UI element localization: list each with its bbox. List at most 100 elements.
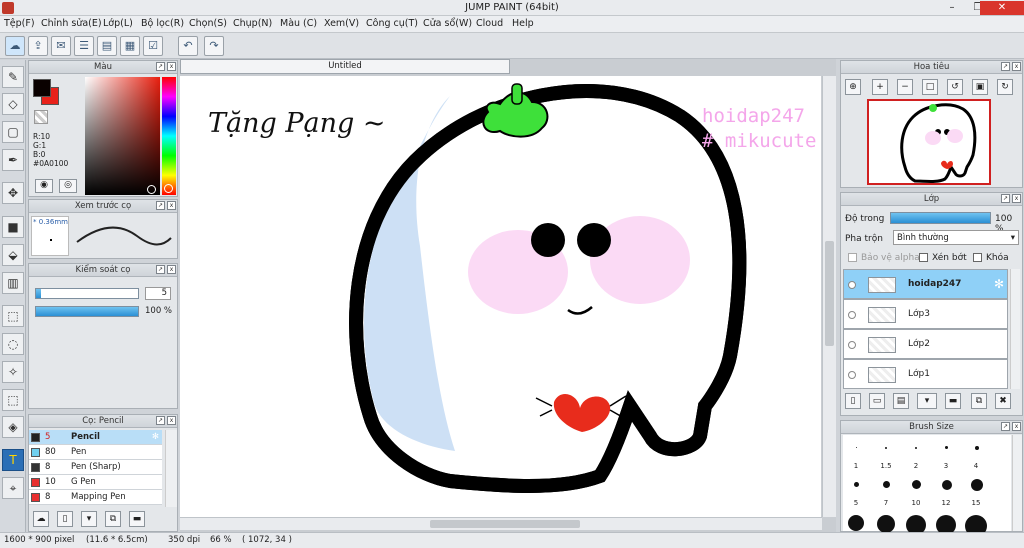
menu-window[interactable]: Cửa sổ(W) [423,18,472,29]
visibility-icon[interactable] [848,341,856,349]
menu-tools[interactable]: Công cụ(T) [366,18,418,29]
panel-close-icon[interactable]: x [167,416,176,425]
transparent-color-swatch[interactable] [34,110,48,124]
menu-help[interactable]: Help [512,18,534,29]
brush-size-scrollbar[interactable] [1012,435,1022,531]
brush-item-pencil[interactable]: 5 Pencil ✻ [29,430,162,445]
gradient-tool-icon[interactable]: ▥ [2,272,24,294]
menu-color[interactable]: Màu (C) [280,18,317,29]
delete-layer-icon[interactable]: ✖ [995,393,1011,409]
size-dot-4[interactable] [975,446,979,450]
comment-icon[interactable]: ✉ [51,36,71,56]
document-tab[interactable]: Untitled [180,59,510,74]
menu-layer[interactable]: Lớp(L) [103,18,133,29]
canvas-vertical-scrollbar[interactable] [822,76,836,517]
protect-alpha-checkbox[interactable] [848,253,857,262]
zoom-actual-icon[interactable]: □ [922,79,938,95]
pen-tool-icon[interactable]: ✒ [2,149,24,171]
panel-icon[interactable]: ▤ [97,36,117,56]
brush-tool-icon[interactable]: ✎ [2,66,24,88]
panel-close-icon[interactable]: x [167,62,176,71]
new-layer-icon[interactable]: ▯ [845,393,861,409]
layer-item-lop1[interactable]: Lớp1 [843,359,1008,389]
rect-select-tool-icon[interactable]: ▢ [2,121,24,143]
zoom-fit-icon[interactable]: ⊕ [845,79,861,95]
copy-brush-icon[interactable]: ⧉ [105,511,121,527]
magic-wand-tool-icon[interactable]: ✧ [2,361,24,383]
hue-slider[interactable] [162,77,176,195]
cloud-icon[interactable]: ☁ [5,36,25,56]
brush-item-mapping-pen[interactable]: 8 Mapping Pen [29,490,162,505]
eyedropper-tool-icon[interactable]: ⌖ [2,477,24,499]
rotate-left-icon[interactable]: ↺ [947,79,963,95]
panel-close-icon[interactable]: x [167,201,176,210]
lock-checkbox[interactable] [973,253,982,262]
bucket-tool-icon[interactable]: ⬙ [2,244,24,266]
menu-file[interactable]: Tệp(F) [4,18,35,29]
brush-cloud-icon[interactable]: ☁ [33,511,49,527]
clipping-checkbox[interactable] [919,253,928,262]
text-tool-icon[interactable]: T [2,449,24,471]
visibility-icon[interactable] [848,371,856,379]
panel-close-icon[interactable]: x [1012,62,1021,71]
zoom-out-icon[interactable]: − [897,79,913,95]
panel-close-icon[interactable]: x [167,265,176,274]
zoom-in-icon[interactable]: + [872,79,888,95]
layer-item-lop2[interactable]: Lớp2 [843,329,1008,359]
menu-cloud[interactable]: Cloud [476,18,503,29]
drawing-canvas[interactable]: Tặng Pạng ~ hoidap247 # mikucute [180,76,821,517]
blend-mode-select[interactable]: Bình thường ▾ [893,230,1019,245]
panel-float-icon[interactable]: ↗ [156,201,165,210]
panel-float-icon[interactable]: ↗ [156,416,165,425]
layer-item-hoidap247[interactable]: hoidap247 ✻ [843,269,1008,299]
main-color-swatch[interactable] [33,79,51,97]
color-set-icon[interactable]: ◉ [35,179,53,193]
brush-size-slider[interactable] [35,288,139,299]
brush-settings-icon[interactable]: ✻ [152,430,159,444]
eraser-tool-icon[interactable]: ◇ [2,93,24,115]
menu-capture[interactable]: Chụp(N) [233,18,272,29]
panel-close-icon[interactable]: x [1012,194,1021,203]
layer-menu-icon[interactable]: ▾ [917,393,937,409]
lasso-tool-icon[interactable]: ◌ [2,333,24,355]
layer-folder-icon[interactable]: ▬ [945,393,961,409]
brush-folder-icon[interactable]: ▬ [129,511,145,527]
size-dot-12[interactable] [942,480,952,490]
size-dot-15[interactable] [971,479,983,491]
size-dot-large-2[interactable] [877,515,895,533]
canvas-horizontal-scrollbar[interactable] [180,517,822,530]
size-dot-1.5[interactable] [885,447,887,449]
brush-size-field[interactable]: 5 [145,287,171,300]
navigator-preview[interactable] [867,99,991,185]
size-dot-1[interactable] [856,447,857,448]
vertical-scroll-thumb[interactable] [825,241,834,346]
menu-edit[interactable]: Chỉnh sửa(E) [41,18,102,29]
layer-item-lop3[interactable]: Lớp3 [843,299,1008,329]
panel-float-icon[interactable]: ↗ [1001,194,1010,203]
new-brush-icon[interactable]: ▯ [57,511,73,527]
size-dot-5[interactable] [854,482,859,487]
size-dot-7[interactable] [883,481,890,488]
saturation-value-picker[interactable] [85,77,160,195]
new-tone-layer-icon[interactable]: ▤ [893,393,909,409]
brush-opacity-slider[interactable] [35,306,139,317]
list-icon[interactable]: ☰ [74,36,94,56]
new-color-layer-icon[interactable]: ▭ [869,393,885,409]
document-list-icon[interactable]: ▦ [120,36,140,56]
duplicate-layer-icon[interactable]: ⧉ [971,393,987,409]
redo-button[interactable]: ↷ [204,36,224,56]
hue-cursor[interactable] [164,184,173,193]
size-dot-10[interactable] [912,480,921,489]
panel-float-icon[interactable]: ↗ [156,62,165,71]
size-dot-large-1[interactable] [848,515,864,531]
size-dot-2[interactable] [915,447,917,449]
move-tool-icon[interactable]: ✥ [2,182,24,204]
color-history-icon[interactable]: ◎ [59,179,77,193]
visibility-icon[interactable] [848,311,856,319]
select-pen-tool-icon[interactable]: ⬚ [2,389,24,411]
menu-filter[interactable]: Bộ lọc(R) [141,18,184,29]
panel-float-icon[interactable]: ↗ [1001,422,1010,431]
color-picker-cursor[interactable] [147,185,156,194]
size-dot-3[interactable] [945,446,948,449]
checklist-icon[interactable]: ☑ [143,36,163,56]
